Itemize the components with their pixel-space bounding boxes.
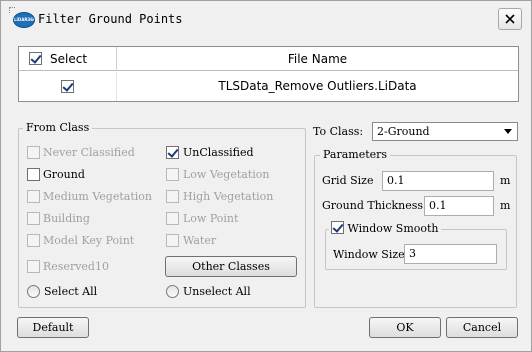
cancel-button[interactable]: Cancel (446, 317, 518, 338)
window-size-label: Window Size (333, 248, 405, 261)
file-table: Select File Name TLSData_Remove Outliers… (18, 46, 519, 102)
to-class-value: 2-Ground (377, 125, 430, 138)
high-vegetation-label: High Vegetation (183, 190, 274, 203)
grid-size-unit: m (500, 174, 511, 187)
column-header-select[interactable]: Select (19, 47, 117, 71)
select-all-header-checkbox[interactable] (29, 52, 42, 65)
title-bar: LiDAR360 Filter Ground Points (1, 1, 531, 37)
filter-ground-points-dialog: LiDAR360 Filter Ground Points Select Fil… (0, 0, 532, 352)
low-vegetation-checkbox[interactable] (166, 168, 179, 181)
water-checkbox[interactable] (166, 234, 179, 247)
parameters-title: Parameters (320, 148, 391, 161)
unclassified-checkbox[interactable] (166, 146, 179, 159)
ground-thickness-unit: m (500, 199, 511, 212)
model-key-point-checkbox[interactable] (27, 234, 40, 247)
building-label: Building (43, 212, 90, 225)
low-point-checkbox[interactable] (166, 212, 179, 225)
low-vegetation-label: Low Vegetation (183, 168, 270, 181)
ground-thickness-input[interactable]: 0.1 (424, 196, 494, 216)
window-title: Filter Ground Points (38, 12, 183, 26)
grid-size-input[interactable]: 0.1 (382, 171, 494, 191)
window-smooth-checkbox[interactable] (331, 221, 344, 234)
select-header-label: Select (50, 52, 88, 66)
building-checkbox[interactable] (27, 212, 40, 225)
table-row-file-name[interactable]: TLSData_Remove Outliers.LiData (117, 72, 518, 101)
window-smooth-label: Window Smooth (347, 222, 439, 235)
water-label: Water (183, 234, 217, 247)
chevron-down-icon (504, 129, 512, 134)
close-button[interactable] (498, 8, 522, 30)
reserved10-label: Reserved10 (43, 260, 109, 273)
ok-button[interactable]: OK (369, 317, 441, 338)
unselect-all-label: Unselect All (183, 285, 251, 298)
other-classes-button[interactable]: Other Classes (165, 256, 297, 277)
unclassified-label: UnClassified (183, 146, 254, 159)
ground-label: Ground (43, 168, 85, 181)
medium-vegetation-checkbox[interactable] (27, 190, 40, 203)
select-all-label: Select All (44, 285, 98, 298)
close-icon (505, 14, 515, 24)
never-classified-checkbox[interactable] (27, 146, 40, 159)
app-logo-icon: LiDAR360 (13, 12, 35, 28)
ground-checkbox[interactable] (27, 168, 40, 181)
default-button[interactable]: Default (17, 317, 89, 338)
row-checkbox[interactable] (61, 80, 74, 93)
from-class-title: From Class (23, 121, 93, 134)
grid-size-label: Grid Size (322, 174, 374, 187)
unselect-all-radio[interactable] (166, 285, 179, 298)
high-vegetation-checkbox[interactable] (166, 190, 179, 203)
to-class-label: To Class: (313, 125, 364, 138)
to-class-dropdown[interactable]: 2-Ground (372, 122, 518, 141)
ground-thickness-label: Ground Thickness (322, 199, 424, 212)
column-header-file-name[interactable]: File Name (117, 47, 518, 71)
window-size-input[interactable]: 3 (404, 244, 497, 264)
table-row-select-cell (19, 72, 117, 101)
low-point-label: Low Point (183, 212, 239, 225)
select-all-radio[interactable] (27, 285, 40, 298)
never-classified-label: Never Classified (43, 146, 135, 159)
resize-grip-icon (9, 7, 15, 13)
medium-vegetation-label: Medium Vegetation (43, 190, 152, 203)
model-key-point-label: Model Key Point (43, 234, 135, 247)
window-smooth-header: Window Smooth (329, 221, 441, 235)
reserved10-checkbox[interactable] (27, 260, 40, 273)
